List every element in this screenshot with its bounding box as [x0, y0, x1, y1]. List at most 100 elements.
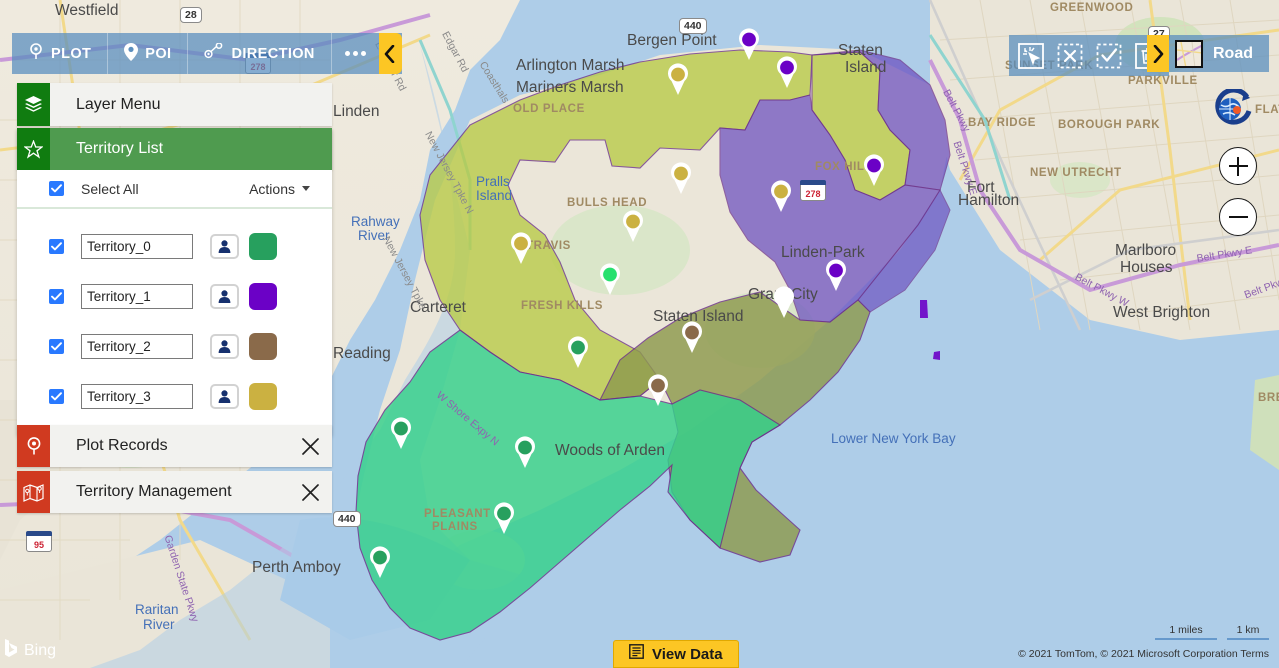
plot-pin-icon — [28, 43, 44, 64]
select-all-checkbox[interactable] — [49, 181, 64, 196]
territory-color-swatch[interactable] — [249, 382, 277, 410]
actions-label: Actions — [249, 180, 295, 197]
direction-icon — [204, 42, 224, 64]
layer-menu-title: Layer Menu — [76, 95, 161, 113]
road-shield: 440 — [333, 511, 361, 527]
map-pin[interactable] — [646, 374, 670, 407]
map-pin[interactable] — [598, 263, 622, 296]
territory-row — [17, 371, 332, 421]
map-pin[interactable] — [492, 502, 516, 535]
territory-row — [17, 321, 332, 371]
list-icon — [629, 644, 644, 664]
map-style-button[interactable]: Road — [1169, 35, 1269, 72]
assign-person-button[interactable] — [210, 233, 239, 259]
map-pin[interactable] — [621, 210, 645, 243]
top-navigation-bar: PLOT POI DIRECTION — [12, 33, 402, 74]
zoom-out-button[interactable] — [1219, 198, 1257, 236]
map-pin-circle-icon — [17, 425, 50, 467]
territory-name-input[interactable] — [81, 383, 193, 409]
terms-link[interactable]: Terms — [1240, 648, 1269, 660]
nav-item-poi[interactable]: POI — [108, 33, 189, 74]
map-attribution: © 2021 TomTom, © 2021 Microsoft Corporat… — [1018, 648, 1269, 660]
map-pin[interactable] — [513, 436, 537, 469]
zoom-in-button[interactable] — [1219, 147, 1257, 185]
territory-map-icon — [17, 471, 50, 513]
territory-list-panel[interactable]: Territory List Select All Actions — [17, 128, 332, 435]
plot-records-title: Plot Records — [76, 437, 168, 454]
territory-color-swatch[interactable] — [249, 282, 277, 310]
nav-item-plot[interactable]: PLOT — [12, 33, 109, 74]
territory-row — [17, 271, 332, 321]
select-all-label: Select All — [81, 180, 139, 197]
map-pin[interactable] — [862, 154, 886, 187]
territory-name-input[interactable] — [81, 283, 193, 309]
nav-item-direction-label: DIRECTION — [231, 45, 315, 62]
territory-name-input[interactable] — [81, 233, 193, 259]
chevron-down-icon — [302, 186, 310, 191]
territory-checkbox[interactable] — [49, 288, 64, 304]
assign-person-button[interactable] — [210, 383, 239, 409]
territory-management-panel[interactable]: Territory Management — [17, 471, 332, 513]
territory-management-title: Territory Management — [76, 483, 232, 500]
layer-menu-panel[interactable]: Layer Menu — [17, 83, 332, 126]
globe-locate-icon[interactable] — [1211, 87, 1253, 131]
map-style-switcher: Road — [1147, 35, 1269, 72]
bing-label: Bing — [24, 641, 57, 659]
territory-list-title: Territory List — [76, 140, 164, 157]
click-select-tool[interactable] — [1014, 39, 1047, 72]
bing-logo[interactable]: Bing — [4, 638, 56, 663]
scale-miles-line — [1155, 638, 1217, 640]
view-data-button[interactable]: View Data — [613, 640, 739, 668]
nav-item-plot-label: PLOT — [51, 45, 92, 62]
poi-pin-icon — [124, 42, 139, 65]
map-pin[interactable] — [824, 259, 848, 292]
chevron-left-icon[interactable] — [378, 33, 402, 74]
nav-item-poi-label: POI — [145, 45, 172, 62]
map-pin[interactable] — [772, 286, 796, 319]
view-data-label: View Data — [652, 645, 723, 663]
map-scale-bar: 1 miles 1 km — [1155, 624, 1269, 640]
road-shield: 28 — [180, 7, 202, 23]
plot-records-panel[interactable]: Plot Records — [17, 425, 332, 467]
bing-logo-icon — [4, 638, 18, 663]
minus-icon — [1228, 216, 1248, 218]
scale-km-line — [1227, 638, 1269, 640]
territory-rows — [17, 209, 332, 435]
territory-checkbox[interactable] — [49, 338, 64, 354]
assign-person-button[interactable] — [210, 283, 239, 309]
road-map-thumb — [1175, 39, 1203, 68]
nav-item-direction[interactable]: DIRECTION — [188, 33, 332, 74]
close-icon[interactable] — [288, 471, 332, 513]
territory-row — [17, 221, 332, 271]
map-tools-toolbar — [1009, 35, 1169, 76]
star-icon — [17, 128, 50, 170]
territory-checkbox[interactable] — [49, 238, 64, 254]
territory-name-input[interactable] — [81, 333, 193, 359]
territory-checkbox[interactable] — [49, 388, 64, 404]
map-pin[interactable] — [680, 321, 704, 354]
close-icon[interactable] — [288, 425, 332, 467]
actions-dropdown[interactable]: Actions — [249, 181, 310, 197]
deselect-rectangle-tool[interactable] — [1053, 39, 1086, 72]
map-pin[interactable] — [669, 162, 693, 195]
attribution-text: © 2021 TomTom, © 2021 Microsoft Corporat… — [1018, 648, 1238, 660]
territory-color-swatch[interactable] — [249, 332, 277, 360]
scale-miles-label: 1 miles — [1169, 624, 1203, 636]
ellipsis-icon[interactable] — [332, 33, 379, 74]
map-pin[interactable] — [737, 28, 761, 61]
interstate-shield: 278 — [800, 180, 826, 201]
map-pin[interactable] — [666, 63, 690, 96]
map-style-label: Road — [1213, 44, 1253, 62]
map-pin[interactable] — [566, 336, 590, 369]
assign-person-button[interactable] — [210, 333, 239, 359]
map-pin[interactable] — [769, 180, 793, 213]
map-pin[interactable] — [389, 417, 413, 450]
chevron-right-icon[interactable] — [1147, 35, 1169, 72]
road-shield: 440 — [679, 18, 707, 34]
map-pin[interactable] — [509, 232, 533, 265]
territory-color-swatch[interactable] — [249, 232, 277, 260]
map-pin[interactable] — [775, 56, 799, 89]
map-pin[interactable] — [368, 546, 392, 579]
select-rectangle-tool[interactable] — [1092, 39, 1125, 72]
interstate-shield: 95 — [26, 531, 52, 552]
